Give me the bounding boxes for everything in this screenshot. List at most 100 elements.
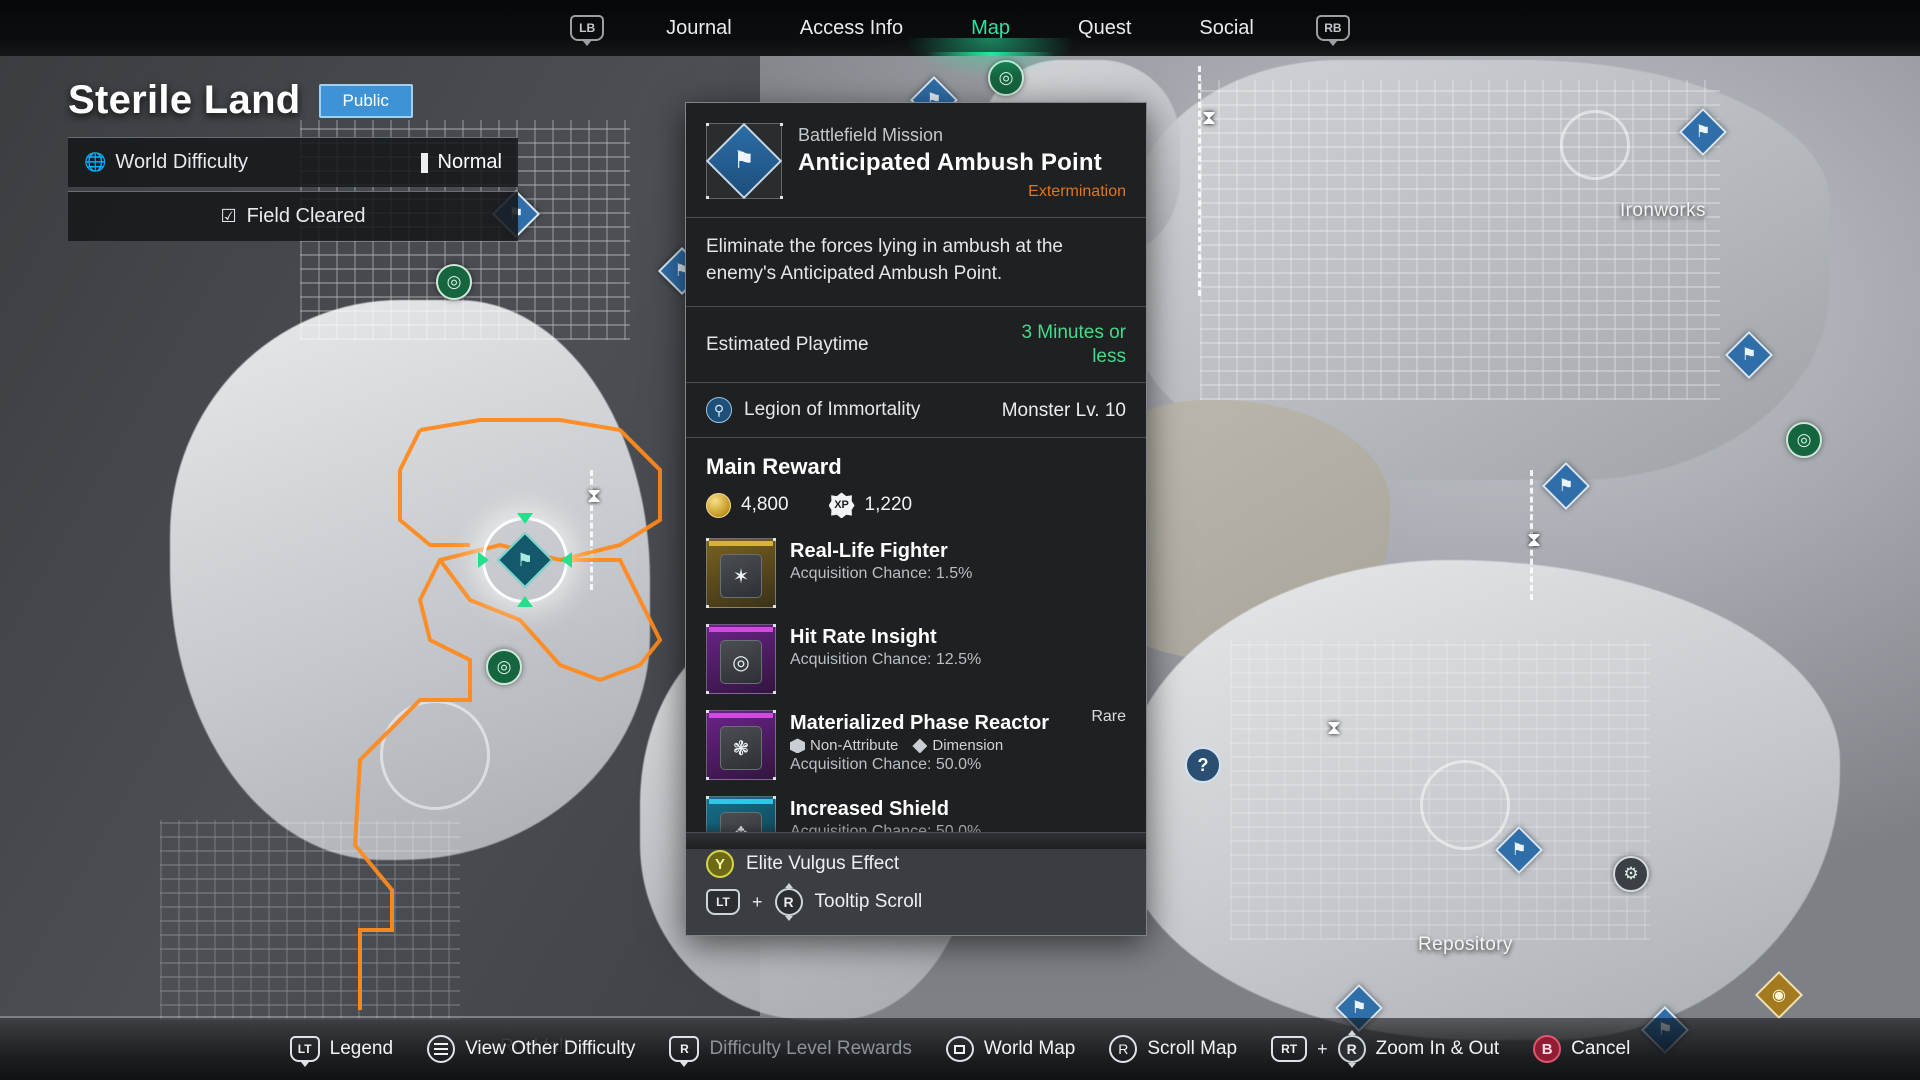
reward-attr-2: Dimension [932,737,1004,755]
reward-item-chance: Acquisition Chance: 50.0% [790,823,982,833]
map-screen: ⚑ LB Journal Access Info Map Quest Socia… [0,0,1920,1080]
tab-social[interactable]: Social [1193,0,1259,56]
right-trigger-icon: RT [1271,1036,1308,1062]
map-structures [1560,110,1630,180]
map-marker-special[interactable]: ◉ [1754,970,1804,1020]
estimated-playtime-value: 3 Minutes or less [1021,321,1126,367]
world-difficulty-label: World Difficulty [115,151,249,173]
xp-reward: XP 1,220 [828,492,913,519]
action-world-map[interactable]: World Map [945,1036,1075,1062]
cursor-arrow-down-icon [517,596,533,607]
y-button-icon: Y [706,850,734,879]
reward-item-name: Hit Rate Insight [790,626,937,649]
map-marker-unknown[interactable]: ? [1185,747,1221,783]
tab-journal[interactable]: Journal [660,0,738,56]
map-label-ironworks: Ironworks [1620,200,1706,221]
mission-icon-box: ⚑ [705,122,783,200]
reward-item[interactable]: ✥ Increased Shield Acquisition Chance: 5… [706,790,1126,833]
region-title-row: Sterile Land Public [68,78,518,123]
map-path [1198,66,1201,296]
b-button-icon: B [1533,1035,1562,1063]
coin-icon [706,492,731,518]
difficulty-level-bar-icon [420,152,428,173]
left-bumper-icon[interactable]: LB [570,15,605,46]
map-marker-timed[interactable]: ⧗ [1196,104,1222,132]
elite-vulgus-label: Elite Vulgus Effect [746,853,900,875]
tooltip-scroll-label: Tooltip Scroll [814,891,923,913]
selected-mission-marker[interactable]: ⚑ [478,513,572,607]
map-marker-objective[interactable]: ◎ [1786,422,1822,458]
map-marker-objective[interactable]: ◎ [486,649,522,685]
reward-item[interactable]: ✶ Real-Life Fighter Acquisition Chance: … [706,532,1126,618]
xp-amount: 1,220 [864,494,913,516]
map-marker-objective[interactable]: ◎ [436,264,472,300]
main-reward-heading: Main Reward [706,454,842,480]
menu-icon [427,1035,456,1063]
reward-item-icon: ✶ [706,538,776,609]
map-marker-mission[interactable]: ⚑ [1678,107,1728,157]
action-view-other-difficulty-label: View Other Difficulty [465,1038,636,1059]
world-difficulty-row[interactable]: 🌐 World Difficulty Normal [68,137,518,187]
action-zoom-label: Zoom In & Out [1375,1038,1500,1059]
action-view-other-difficulty[interactable]: View Other Difficulty [427,1035,635,1063]
reward-item-name: Increased Shield [790,798,949,821]
right-bumper-icon[interactable]: RB [1315,15,1350,46]
globe-icon: 🌐 [84,152,107,172]
tooltip-header: ⚑ Battlefield Mission Anticipated Ambush… [686,103,1146,217]
legion-icon: ⚲ [706,397,732,424]
action-scroll-map-label: Scroll Map [1147,1038,1238,1059]
reward-attr-1: Non-Attribute [810,737,899,755]
world-difficulty-value: Normal [437,151,502,173]
map-marker-timed[interactable]: ⧗ [1321,714,1347,742]
bottom-action-bar: LT Legend View Other Difficulty R Diffic… [0,1018,1920,1080]
action-cancel[interactable]: B Cancel [1533,1035,1630,1063]
map-marker-timed[interactable]: ⧗ [1521,526,1547,554]
tab-map-label: Map [971,17,1011,39]
reward-item[interactable]: ❃ Materialized Phase Reactor Non-Attribu… [706,704,1126,790]
left-trigger-icon: LT [289,1036,320,1067]
map-marker-mission[interactable]: ⚑ [1494,825,1544,875]
tab-access-info[interactable]: Access Info [794,0,909,56]
action-legend-label: Legend [329,1038,394,1059]
action-legend[interactable]: LT Legend [289,1036,394,1067]
non-attribute-icon [790,738,805,754]
plus-icon: + [752,891,763,912]
right-stick-icon: R [1109,1035,1138,1063]
right-stick-icon: R [1337,1030,1366,1068]
mission-description: Eliminate the forces lying in ambush at … [706,236,1063,284]
reward-item-list[interactable]: ✶ Real-Life Fighter Acquisition Chance: … [706,532,1126,833]
estimated-playtime-row: Estimated Playtime 3 Minutes or less [686,307,1146,383]
check-icon: ☑ [220,206,237,226]
map-marker-mission[interactable]: ⚑ [1724,330,1774,380]
tooltip-footer: Y Elite Vulgus Effect LT + R Tooltip Scr… [686,832,1146,936]
reward-item-icon: ✥ [706,796,776,833]
cursor-arrow-right-icon [561,552,572,568]
dimension-icon [912,738,928,754]
map-marker-facility[interactable]: ⚙ [1613,856,1649,892]
action-difficulty-level-rewards-label: Difficulty Level Rewards [709,1038,912,1059]
field-cleared-label: Field Cleared [246,205,366,227]
action-zoom[interactable]: RT + R Zoom In & Out [1271,1030,1500,1068]
left-trigger-icon: LT [706,889,740,916]
map-marker-mission[interactable]: ⚑ [1541,461,1591,511]
reward-item-icon: ◎ [706,624,776,695]
tooltip-scroll-hint[interactable]: LT + R Tooltip Scroll [706,883,1126,922]
tab-map[interactable]: Map [905,0,1077,78]
reward-item[interactable]: ◎ Hit Rate Insight Acquisition Chance: 1… [706,618,1126,704]
map-marker-timed[interactable]: ⧗ [581,482,607,510]
reward-item-chance: Acquisition Chance: 1.5% [790,565,973,583]
cursor-arrow-left-icon [478,552,489,568]
tab-quest[interactable]: Quest [1072,0,1137,56]
map-structures [160,820,460,1020]
reward-item-icon: ❃ [706,710,776,781]
mission-tooltip: ⚑ Battlefield Mission Anticipated Ambush… [685,102,1147,937]
action-difficulty-level-rewards: R Difficulty Level Rewards [669,1036,912,1067]
action-scroll-map[interactable]: R Scroll Map [1109,1035,1237,1063]
elite-vulgus-hint[interactable]: Y Elite Vulgus Effect [706,845,1126,883]
region-info-panel: Sterile Land Public 🌐 World Difficulty N… [68,78,518,241]
top-navigation-bar: LB Journal Access Info Map Quest Social … [0,0,1920,78]
xp-icon: XP [828,492,855,519]
gold-amount: 4,800 [741,494,789,516]
visibility-badge[interactable]: Public [318,83,413,118]
cursor-arrow-up-icon [517,513,533,524]
